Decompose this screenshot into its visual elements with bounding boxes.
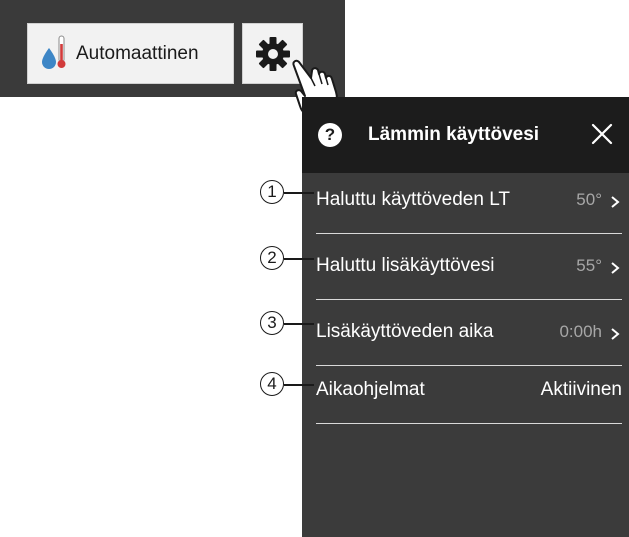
row-divider (316, 423, 622, 424)
row-divider (316, 365, 622, 366)
callout-leader-line (284, 258, 314, 260)
callout-marker: 2 (260, 246, 284, 270)
row-divider (316, 233, 622, 234)
chevron-right-icon (611, 262, 620, 274)
chevron-right-icon (611, 328, 620, 340)
help-icon[interactable]: ? (318, 123, 342, 147)
row-label: Haluttu lisäkäyttövesi (316, 255, 495, 276)
panel-header: ? Lämmin käyttövesi (302, 97, 629, 173)
heating-mode-label: Automaattinen (76, 42, 199, 64)
water-thermometer-icon (42, 35, 66, 69)
heating-mode-button[interactable]: Automaattinen (27, 23, 234, 84)
callout-leader-line (284, 192, 314, 194)
row-divider (316, 299, 622, 300)
setting-row-desired-extra-hot-water[interactable]: Haluttu lisäkäyttövesi 55° (316, 247, 622, 300)
row-label: Haluttu käyttöveden LT (316, 189, 510, 210)
callout-leader-line (284, 384, 314, 386)
callout-marker: 4 (260, 372, 284, 396)
setting-row-extra-hot-water-time[interactable]: Lisäkäyttöveden aika 0:00h (316, 313, 622, 366)
hot-water-panel: ? Lämmin käyttövesi Haluttu käyttöveden … (302, 97, 629, 537)
row-value: 0:00h (559, 322, 602, 341)
row-label: Lisäkäyttöveden aika (316, 321, 494, 342)
row-value: Aktiivinen (540, 379, 622, 400)
setting-row-time-programs[interactable]: Aikaohjelmat Aktiivinen (316, 371, 622, 424)
callout-leader-line (284, 323, 314, 325)
setting-row-desired-hot-water-temp[interactable]: Haluttu käyttöveden LT 50° (316, 181, 622, 234)
close-icon[interactable] (590, 122, 614, 146)
callout-marker: 3 (260, 311, 284, 335)
row-label: Aikaohjelmat (316, 379, 425, 400)
callout-marker: 1 (260, 180, 284, 204)
row-value: 55° (576, 256, 602, 275)
chevron-right-icon (611, 196, 620, 208)
panel-title: Lämmin käyttövesi (368, 124, 540, 145)
row-value: 50° (576, 190, 602, 209)
